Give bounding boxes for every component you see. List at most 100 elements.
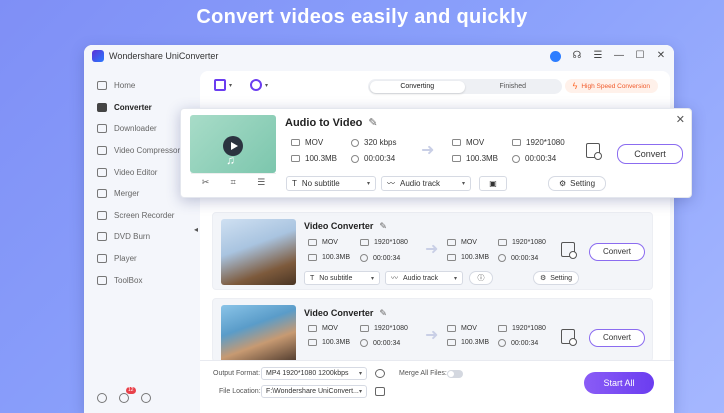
effects-icon[interactable]: ☰ [257, 177, 265, 188]
file-location-select[interactable]: F:\Wondershare UniConvert... ▾ [261, 385, 367, 398]
chevron-down-icon: ▾ [358, 371, 362, 377]
high-speed-conversion-button[interactable]: ϟ High Speed Conversion [564, 79, 658, 93]
sidebar-item-video-compressor[interactable]: Video Compressor [84, 140, 194, 162]
editor-icon [97, 167, 107, 177]
collapse-arrow-icon[interactable]: ◂ [194, 225, 198, 234]
src-format-text: MOV [322, 239, 338, 246]
crop-icon[interactable]: ⌗ [231, 177, 236, 188]
src-format-text: MOV [322, 325, 338, 332]
compress-icon [97, 146, 107, 156]
dst-duration-text: 00:00:34 [511, 254, 539, 262]
output-format-label: Output Format: [213, 370, 261, 377]
sidebar-item-home[interactable]: Home [84, 75, 194, 97]
output-format-settings-icon[interactable] [561, 242, 577, 259]
feedback-icon[interactable] [141, 393, 151, 403]
setting-button[interactable]: ⚙ Setting [548, 176, 606, 191]
sidebar-item-toolbox[interactable]: ToolBox [84, 269, 194, 291]
resolution-icon [498, 325, 507, 332]
scissors-icon[interactable]: ✂ [202, 177, 210, 188]
gear-icon: ⚙ [558, 179, 567, 188]
dst-size: 100.3MB [447, 339, 489, 346]
chevron-down-icon: ▾ [265, 82, 269, 89]
src-format: MOV [308, 239, 338, 246]
dst-format-text: MOV [461, 239, 477, 246]
video-format-icon [447, 325, 456, 332]
sidebar-item-player[interactable]: Player [84, 248, 194, 270]
help-icon[interactable] [97, 393, 107, 403]
add-device-button[interactable]: ▾ [250, 79, 268, 91]
video-thumbnail[interactable] [221, 219, 296, 285]
output-format-select[interactable]: MP4 1920*1080 1200kbps ▾ [261, 367, 367, 380]
account-icon[interactable] [550, 50, 561, 62]
subtitle-icon: T [310, 274, 315, 282]
sidebar-item-screen-recorder[interactable]: Screen Recorder [84, 205, 194, 227]
arrow-right-icon: ➜ [421, 142, 435, 159]
dst-format-text: MOV [466, 138, 485, 147]
lightning-icon: ϟ [572, 81, 578, 91]
edit-icon[interactable]: ✎ [379, 308, 387, 319]
merge-all-toggle[interactable] [447, 370, 463, 378]
sidebar-item-downloader[interactable]: Downloader [84, 118, 194, 140]
info-button[interactable]: ⓘ [469, 271, 493, 285]
high-speed-label: High Speed Conversion [581, 82, 650, 90]
audio-track-select[interactable]: 〰 Audio track ▾ [381, 176, 471, 191]
audio-track-select[interactable]: 〰 Audio track ▾ [385, 271, 463, 285]
folder-icon [308, 254, 317, 261]
dst-res-text: 1920*1080 [512, 239, 546, 246]
dvd-icon [97, 232, 107, 242]
sidebar-item-label: Video Compressor [114, 146, 181, 156]
downloader-icon [97, 124, 107, 134]
info-icon: ⓘ [477, 275, 485, 282]
maximize-icon[interactable]: ☐ [635, 51, 645, 61]
sidebar-item-converter[interactable]: Converter [84, 97, 194, 119]
subtitle-select[interactable]: T No subtitle ▾ [286, 176, 376, 191]
start-all-button[interactable]: Start All [584, 372, 654, 394]
image-button[interactable]: ▣ [479, 176, 507, 191]
close-icon[interactable]: ✕ [656, 51, 666, 61]
output-format-settings-icon[interactable] [586, 143, 602, 160]
audio-thumbnail[interactable]: ♫ [190, 115, 276, 173]
footer-bar: Output Format: MP4 1920*1080 1200kbps ▾ M… [200, 360, 674, 413]
sidebar-item-video-editor[interactable]: Video Editor [84, 161, 194, 183]
setting-button[interactable]: ⚙ Setting [533, 271, 579, 285]
dst-duration: 00:00:34 [498, 254, 538, 262]
close-icon[interactable]: ✕ [676, 113, 685, 126]
file-title-text: Video Converter [304, 308, 374, 318]
sidebar-item-label: ToolBox [114, 275, 143, 285]
subtitle-select[interactable]: T No subtitle ▾ [304, 271, 380, 285]
chevron-down-icon: ▾ [461, 181, 465, 187]
edit-icon[interactable]: ✎ [368, 116, 377, 129]
tab-finished[interactable]: Finished [465, 81, 561, 93]
sidebar-item-merger[interactable]: Merger [84, 183, 194, 205]
subtitle-text: No subtitle [319, 274, 353, 282]
headset-icon[interactable]: ☊ [572, 51, 582, 61]
recorder-icon [97, 210, 107, 220]
dst-resolution: 1920*1080 [498, 325, 546, 332]
menu-icon[interactable]: ☰ [593, 51, 603, 61]
edit-icon[interactable]: ✎ [379, 221, 387, 232]
folder-icon [452, 155, 461, 162]
minimize-icon[interactable]: — [614, 51, 624, 61]
dst-duration: 00:00:34 [498, 339, 538, 347]
sidebar-item-dvd-burn[interactable]: DVD Burn [84, 226, 194, 248]
add-files-button[interactable]: ▾ [214, 79, 232, 91]
convert-button[interactable]: Convert [589, 243, 645, 261]
bell-icon[interactable]: 12 [119, 387, 136, 403]
app-title: Wondershare UniConverter [109, 51, 219, 61]
tab-converting[interactable]: Converting [369, 80, 465, 93]
format-settings-icon[interactable] [375, 369, 385, 378]
dst-size-text: 100.3MB [461, 254, 490, 261]
converter-icon [97, 102, 107, 112]
add-device-icon [250, 79, 262, 91]
output-format-settings-icon[interactable] [561, 329, 577, 346]
sidebar-item-label: Downloader [114, 124, 157, 134]
src-size-text: 100.3MB [305, 154, 338, 163]
src-size: 100.3MB [308, 254, 350, 261]
folder-icon[interactable] [375, 387, 385, 396]
thumbnail-tools: ✂ ⌗ ☰ [191, 173, 276, 191]
convert-button[interactable]: Convert [617, 144, 683, 164]
video-thumbnail[interactable] [221, 305, 296, 361]
subtitle-text: No subtitle [301, 179, 340, 188]
bitrate: 320 kbps [351, 138, 396, 147]
convert-button[interactable]: Convert [589, 329, 645, 347]
